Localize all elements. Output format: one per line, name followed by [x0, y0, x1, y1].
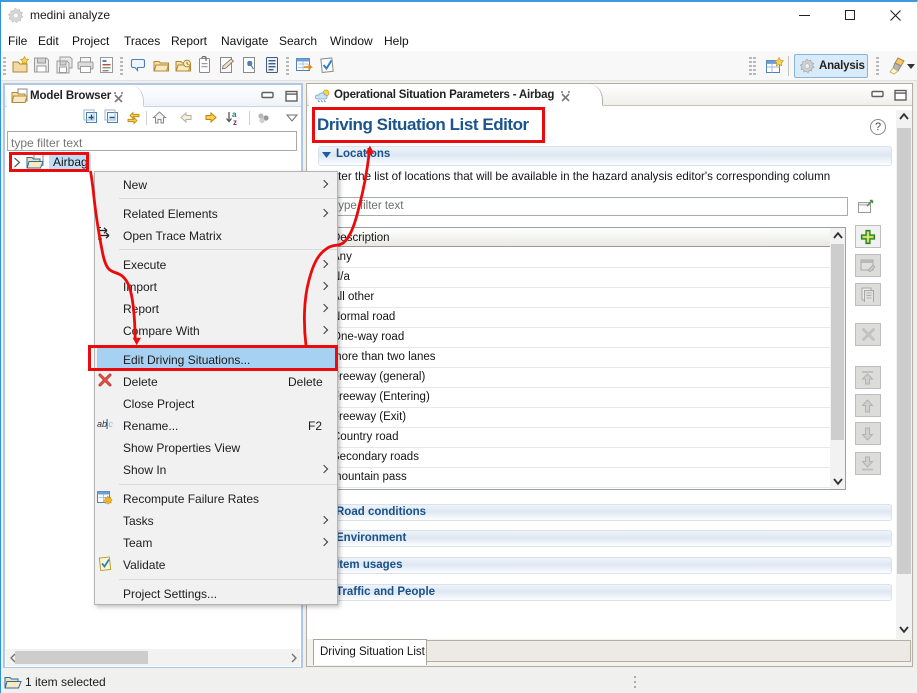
- svg-text:c: c: [109, 419, 114, 429]
- svg-text:z: z: [233, 118, 237, 127]
- svg-text:ab: ab: [97, 419, 107, 429]
